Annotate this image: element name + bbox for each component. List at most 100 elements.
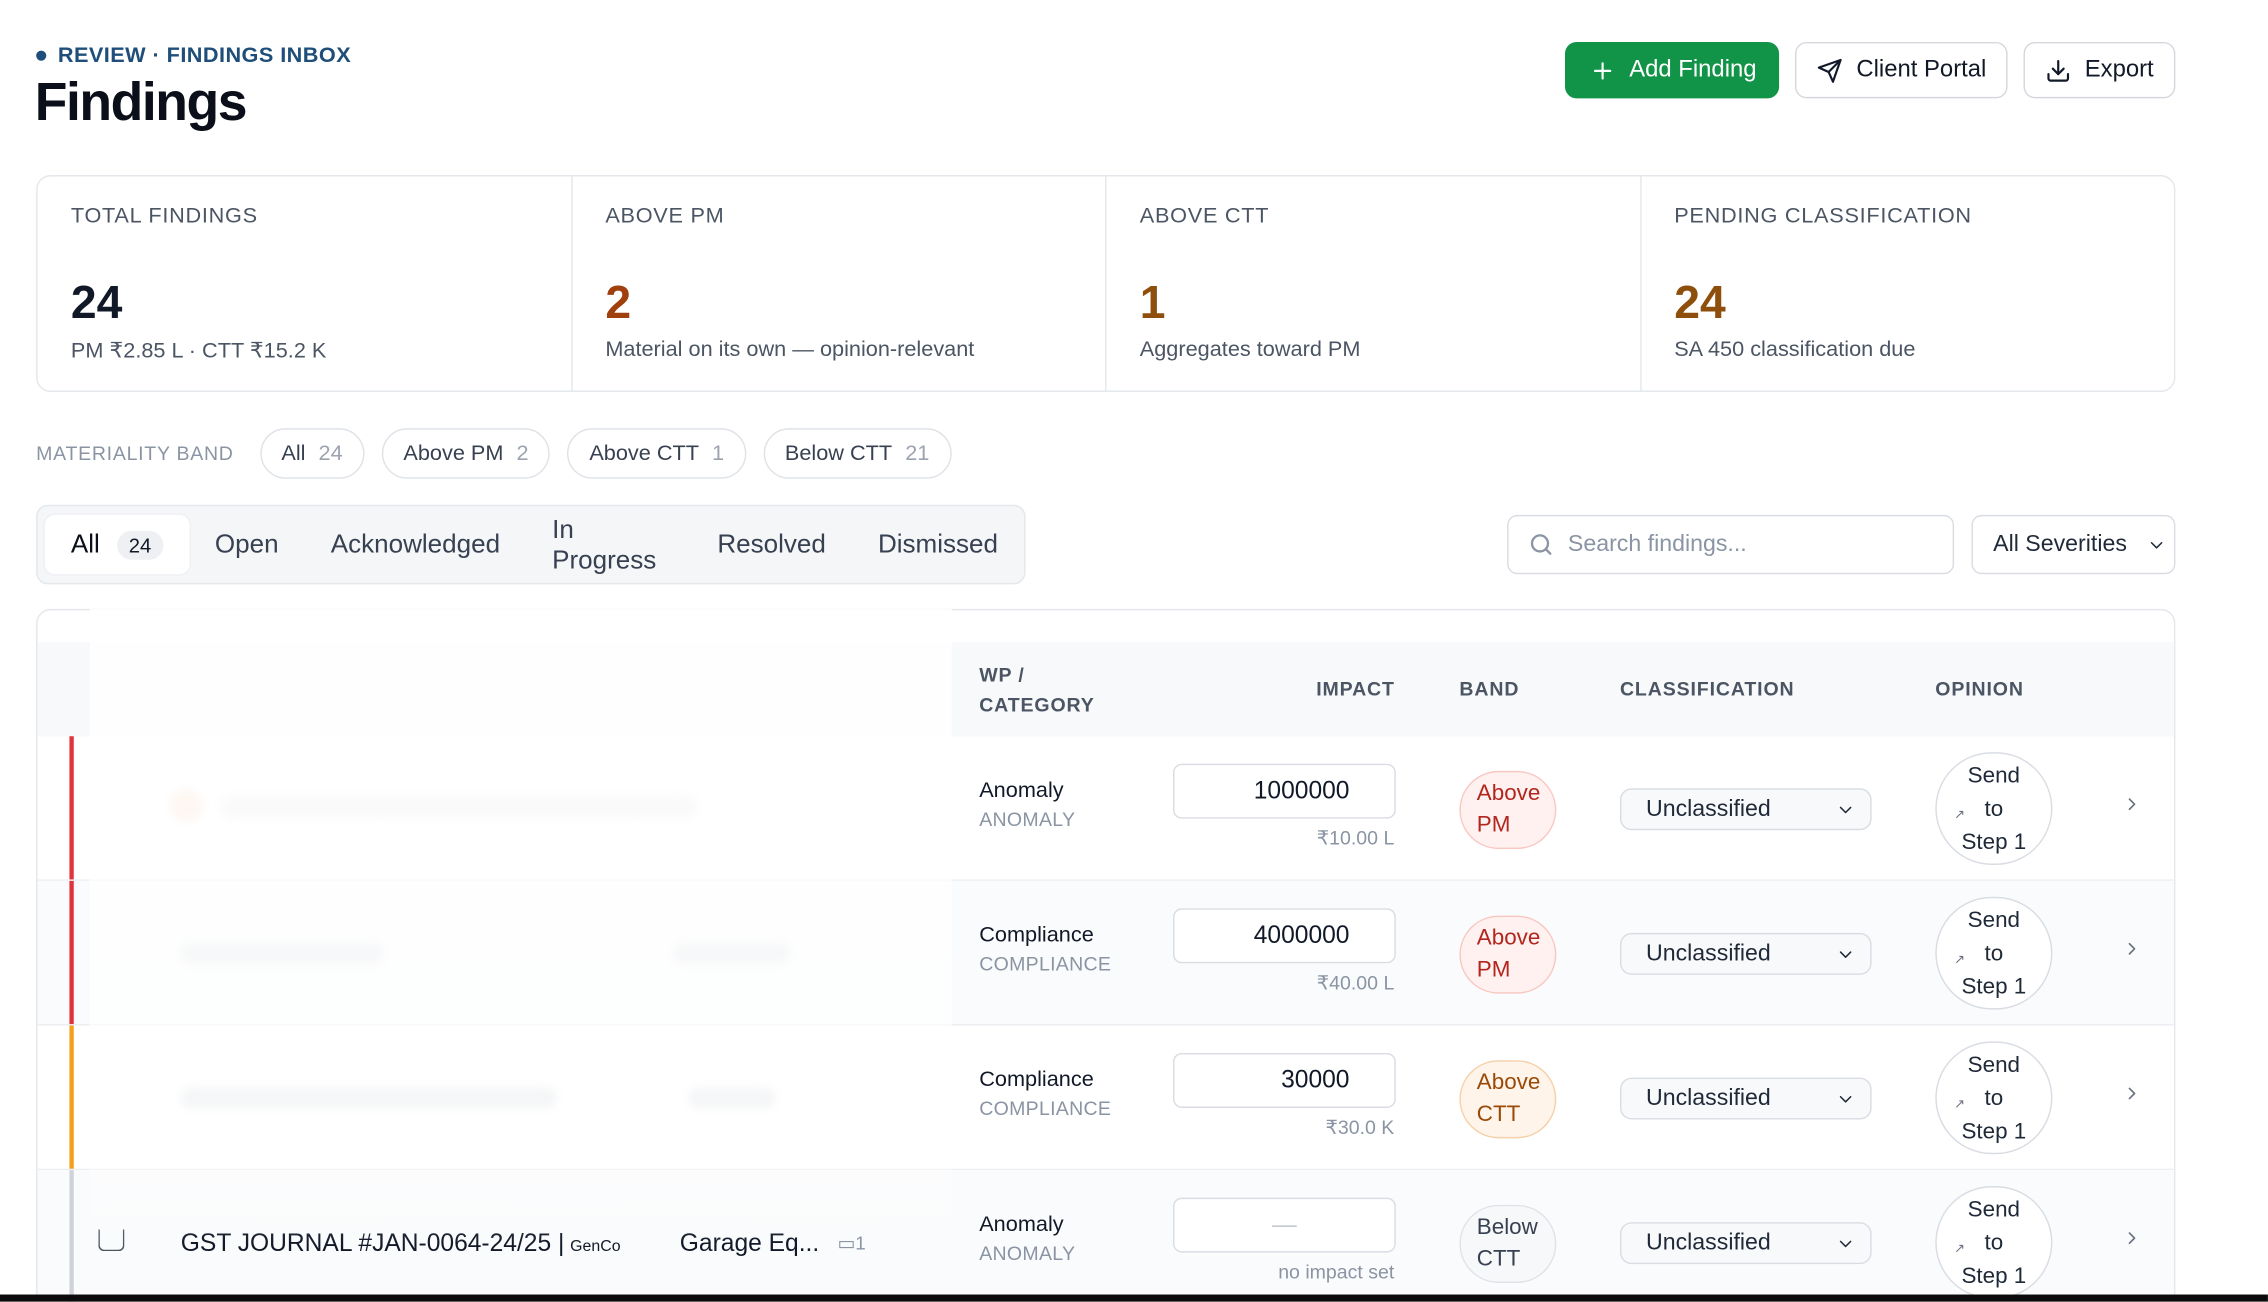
search-input[interactable]: [1567, 531, 1916, 558]
classification-select[interactable]: Unclassified: [1619, 788, 1872, 831]
screen-edge: [0, 1294, 2268, 1302]
severity-accent: [69, 880, 74, 1025]
stat-total-findings: TOTAL FINDINGS 24 PM ₹2.85 L · CTT ₹15.2…: [38, 176, 573, 391]
table-row[interactable]: Compliance COMPLIANCE 4000000 ₹40.00 L Ab…: [37, 880, 2174, 1026]
tab-acknowledged[interactable]: Acknowledged: [305, 515, 526, 574]
send-to-step-button[interactable]: ↗ Send to Step 1: [1935, 752, 2053, 865]
band-pill-below-ctt[interactable]: Below CTT 21: [763, 428, 952, 479]
arrow-icon: ↗: [1954, 1096, 1966, 1111]
download-icon: [2047, 59, 2070, 81]
impact-input[interactable]: 4000000: [1173, 908, 1396, 964]
blurred-text: [180, 1087, 557, 1108]
band-badge: Below CTT: [1459, 1204, 1557, 1283]
blurred-icon: [170, 789, 203, 822]
stat-above-pm: ABOVE PM 2 Material on its own — opinion…: [572, 176, 1107, 391]
stat-label: ABOVE CTT: [1139, 203, 1270, 229]
row-checkbox[interactable]: [98, 1229, 125, 1252]
status-dot: [36, 50, 47, 61]
tab-count-badge: 24: [117, 530, 163, 560]
chevron-right-icon[interactable]: [2122, 1083, 2142, 1103]
add-finding-button[interactable]: Add Finding: [1565, 41, 1780, 99]
severity-select[interactable]: All Severities: [1971, 514, 2176, 575]
search-icon: [1530, 534, 1552, 555]
tab-all[interactable]: All 24: [44, 514, 189, 575]
tab-open[interactable]: Open: [189, 515, 305, 574]
header-actions: Add Finding Client Portal Export: [1565, 41, 2176, 99]
table-row[interactable]: GST JOURNAL #JAN-0064-24/25 | GenCo Garag…: [37, 1170, 2174, 1302]
blurred-text: [180, 943, 384, 964]
col-classification: CLASSIFICATION: [1619, 678, 1795, 701]
materiality-band-filter: MATERIALITY BAND All 24 Above PM 2 Above C…: [36, 428, 952, 479]
blurred-text: [219, 795, 698, 819]
tab-resolved[interactable]: Resolved: [691, 515, 852, 574]
arrow-icon: ↗: [1954, 951, 1966, 967]
impact-formatted: ₹10.00 L: [1316, 827, 1395, 850]
findings-page: REVIEW · FINDINGS INBOX Findings Add Fin…: [0, 0, 2268, 1302]
stat-sub: Aggregates toward PM: [1139, 337, 1361, 362]
blurred-text: [674, 943, 790, 964]
stat-label: ABOVE PM: [605, 203, 725, 229]
severity-accent: [69, 1025, 74, 1169]
search-box[interactable]: [1507, 514, 1955, 575]
finding-title[interactable]: GST JOURNAL #JAN-0064-24/25 | GenCo: [181, 1229, 621, 1258]
impact-input[interactable]: —: [1173, 1197, 1396, 1253]
send-icon: [1818, 58, 1843, 83]
band-pill-all[interactable]: All 24: [259, 428, 365, 479]
send-to-step-button[interactable]: ↗ Send to Step 1: [1935, 1186, 2053, 1299]
table-row[interactable]: Anomaly ANOMALY 1000000 ₹10.00 L Above PM …: [37, 736, 2174, 881]
export-button[interactable]: Export: [2023, 41, 2176, 99]
severity-accent: [69, 1170, 74, 1302]
wp-category: Anomaly ANOMALY: [979, 778, 1076, 831]
client-portal-button[interactable]: Client Portal: [1795, 41, 2009, 99]
stat-value: 1: [1139, 276, 1166, 329]
classification-select[interactable]: Unclassified: [1619, 932, 1872, 975]
classification-select[interactable]: Unclassified: [1619, 1222, 1872, 1265]
arrow-icon: ↗: [1954, 1241, 1966, 1256]
chevron-right-icon[interactable]: [2122, 939, 2142, 959]
breadcrumb: REVIEW · FINDINGS INBOX: [36, 43, 351, 68]
stat-sub: PM ₹2.85 L · CTT ₹15.2 K: [70, 338, 327, 364]
chevron-right-icon[interactable]: [2122, 794, 2142, 814]
comment-count: ▭1: [837, 1232, 866, 1255]
chevron-down-icon: [2151, 541, 2164, 548]
arrow-icon: ↗: [1954, 807, 1966, 822]
band-badge: Above CTT: [1459, 1060, 1557, 1139]
col-opinion: OPINION: [1935, 678, 2024, 701]
tab-dismissed[interactable]: Dismissed: [852, 515, 1024, 574]
send-to-step-button[interactable]: ↗ Send to Step 1: [1935, 896, 2053, 1010]
chevron-right-icon[interactable]: [2122, 1228, 2142, 1248]
impact-input[interactable]: 1000000: [1173, 763, 1396, 819]
band-pill-above-pm[interactable]: Above PM 2: [381, 428, 551, 479]
wp-category: Anomaly ANOMALY: [979, 1212, 1076, 1265]
stat-pending-classification: PENDING CLASSIFICATION 24 SA 450 classif…: [1641, 176, 2174, 390]
stat-value: 2: [605, 276, 632, 329]
col-wp-category: WP / CATEGORY: [979, 663, 1095, 716]
impact-input[interactable]: 30000: [1173, 1052, 1396, 1108]
table-header: WP / CATEGORY IMPACT BAND CLASSIFICATION …: [37, 642, 2174, 738]
wp-category: Compliance COMPLIANCE: [979, 922, 1112, 975]
col-impact: IMPACT: [1316, 678, 1395, 701]
page-title: Findings: [34, 72, 248, 132]
stat-label: TOTAL FINDINGS: [70, 203, 258, 229]
chevron-down-icon: [1839, 1095, 1852, 1102]
col-band: BAND: [1459, 678, 1520, 701]
stat-label: PENDING CLASSIFICATION: [1674, 203, 1972, 229]
chevron-down-icon: [1839, 950, 1852, 958]
impact-formatted: ₹30.0 K: [1325, 1116, 1395, 1139]
impact-formatted: ₹40.00 L: [1316, 971, 1395, 994]
send-to-step-button[interactable]: ↗ Send to Step 1: [1935, 1041, 2053, 1155]
plus-icon: [1594, 61, 1612, 79]
impact-formatted: no impact set: [1278, 1261, 1395, 1283]
band-pill-above-ctt[interactable]: Above CTT 1: [567, 428, 746, 479]
stat-sub: Material on its own — opinion-relevant: [605, 337, 975, 362]
stat-sub: SA 450 classification due: [1674, 337, 1916, 362]
band-filter-label: MATERIALITY BAND: [36, 442, 234, 465]
band-badge: Above PM: [1459, 915, 1557, 994]
stat-value: 24: [70, 276, 123, 329]
stats-panel: TOTAL FINDINGS 24 PM ₹2.85 L · CTT ₹15.2…: [36, 175, 2176, 392]
table-row[interactable]: Compliance COMPLIANCE 30000 ₹30.0 K Above…: [37, 1025, 2174, 1171]
stat-above-ctt: ABOVE CTT 1 Aggregates toward PM: [1106, 176, 1641, 391]
classification-select[interactable]: Unclassified: [1619, 1077, 1872, 1120]
tab-in-progress[interactable]: In Progress: [526, 514, 691, 574]
chevron-down-icon: [1839, 1239, 1852, 1247]
